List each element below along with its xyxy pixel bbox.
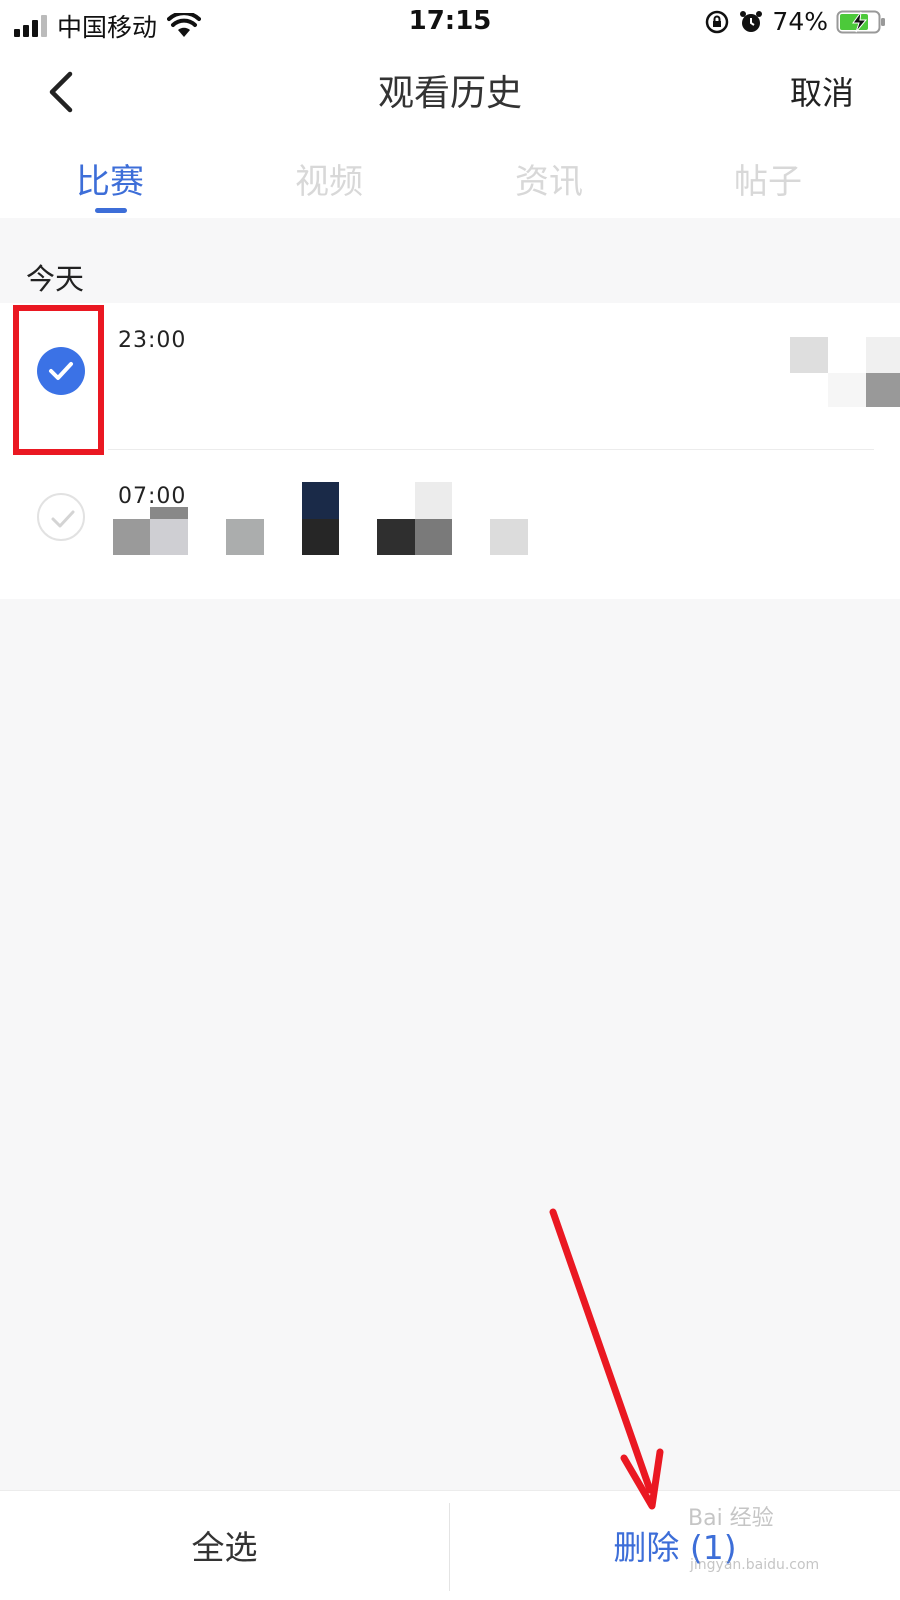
select-all-button[interactable]: 全选 [0, 1521, 449, 1569]
blurred-content [828, 373, 866, 407]
blurred-content [302, 519, 339, 555]
watermark-url: jingyan.baidu.com [690, 1557, 820, 1573]
tab-matches[interactable]: 比赛 [30, 154, 190, 203]
history-row[interactable]: 07:00 [0, 451, 900, 597]
delete-button[interactable]: 删除 (1) [450, 1521, 900, 1569]
blurred-content [490, 519, 528, 555]
blurred-content [866, 373, 900, 407]
row-time: 23:00 [118, 328, 187, 353]
nav-bar: 观看历史 取消 [0, 46, 900, 138]
tab-bar: 比赛 视频 资讯 帖子 [0, 138, 900, 218]
tab-news[interactable]: 资讯 [469, 154, 629, 203]
blurred-content [415, 519, 452, 555]
cancel-button[interactable]: 取消 [790, 68, 854, 114]
watermark-logo: Bai 经验 [688, 1506, 774, 1531]
tab-videos[interactable]: 视频 [249, 154, 409, 203]
history-row[interactable]: 23:00 [0, 303, 900, 450]
row-checkbox-unchecked[interactable] [37, 493, 85, 541]
checkmark-icon [51, 510, 75, 528]
status-right: 74% [704, 7, 888, 36]
blurred-content [302, 482, 339, 519]
blurred-content [377, 519, 415, 555]
alarm-icon [740, 10, 763, 32]
history-list: 23:00 07:00 [0, 303, 900, 599]
blurred-content [866, 337, 900, 373]
blurred-content [150, 507, 188, 519]
annotation-highlight-box [13, 305, 104, 455]
tab-posts[interactable]: 帖子 [688, 154, 848, 203]
orientation-lock-icon [706, 10, 729, 33]
row-time: 07:00 [118, 484, 187, 509]
blurred-content [226, 519, 264, 555]
battery-percent: 74% [772, 7, 828, 36]
annotation-arrow-icon [549, 1208, 664, 1510]
battery-icon [836, 10, 885, 33]
blurred-content [790, 337, 828, 373]
blurred-content [415, 482, 452, 519]
section-label-today: 今天 [26, 262, 85, 296]
active-tab-indicator [95, 208, 127, 213]
blurred-content [150, 519, 188, 555]
blurred-content [113, 519, 150, 555]
status-bar: 中国移动 17:15 74% [0, 0, 900, 46]
row-divider [108, 449, 874, 450]
page-title: 观看历史 [377, 73, 522, 114]
